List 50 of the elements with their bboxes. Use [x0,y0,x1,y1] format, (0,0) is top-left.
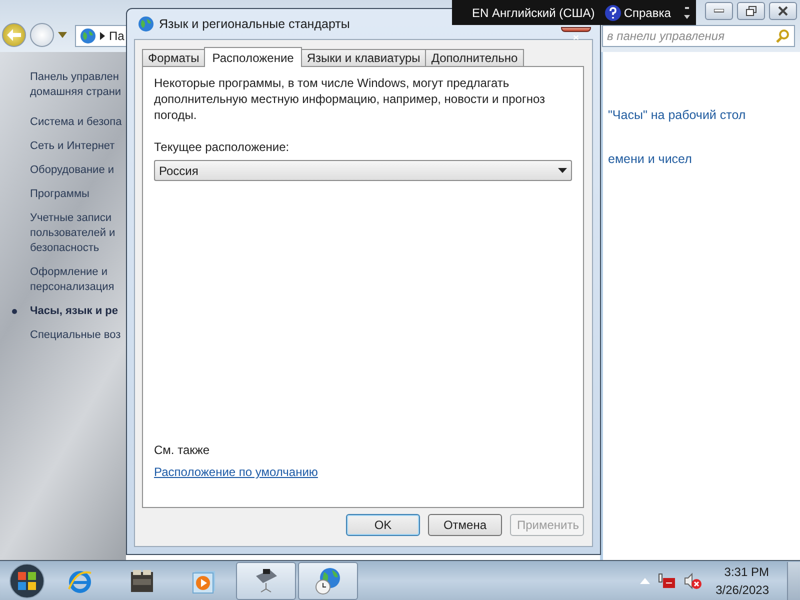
back-button[interactable] [2,23,26,47]
sidebar-link[interactable]: Система и безопа [30,115,126,130]
globe-icon [80,28,96,44]
sidebar-link[interactable]: Сеть и Интернет [30,139,126,154]
sidebar-link[interactable]: Панель управлен домашняя страни [30,70,126,100]
dialog-title: Язык и региональные стандарты [159,17,350,31]
tab[interactable]: Дополнительно [425,49,524,66]
task-link[interactable]: "Часы" на рабочий стол [608,108,800,122]
taskbar-button[interactable] [236,562,296,600]
sidebar-link[interactable]: Часы, язык и ре [12,304,126,319]
sidebar-link[interactable]: Программы [30,187,126,202]
network-icon[interactable] [658,572,676,590]
location-dropdown[interactable]: Россия [154,160,572,181]
search-icon [776,29,790,43]
sidebar-link[interactable]: Специальные воз [30,328,126,343]
forward-button[interactable] [30,23,54,47]
dialog-button[interactable]: OK [346,514,420,536]
field-label: Текущее расположение: [154,140,290,154]
options-icon[interactable] [684,6,690,20]
search-field[interactable]: в панели управления [602,25,795,47]
dropdown-arrow-icon[interactable] [58,32,67,38]
clock[interactable]: 3:31 PM 3/26/2023 [716,562,769,598]
tab[interactable]: Расположение [204,47,302,67]
globe-icon [138,16,154,32]
help-button[interactable]: Справка [604,4,671,20]
restore-icon [746,6,756,16]
help-icon [604,4,621,20]
minimize-button[interactable] [705,2,733,20]
taskbar-button[interactable] [298,562,358,600]
default-location-link[interactable]: Расположение по умолчанию [154,465,318,479]
language-indicator[interactable]: EN Английский (США) [472,6,595,20]
chevron-icon [100,32,105,40]
dropdown-arrow-icon [558,168,567,173]
task-link[interactable]: емени и чисел [608,152,800,166]
muted-speaker-icon[interactable] [684,572,702,590]
back-arrow-icon [7,29,21,41]
close-icon [571,35,581,40]
globe-clock-icon [313,566,343,596]
tab[interactable]: Форматы [142,49,206,66]
sidebar-link[interactable]: Учетные записи пользователей и безопасность [30,211,126,256]
close-icon [778,6,788,16]
section-heading: См. также [154,443,211,457]
restore-button[interactable] [737,2,765,20]
dialog-button[interactable]: Отмена [428,514,502,536]
sidebar-link[interactable]: Оформление и персонализация [30,265,126,295]
close-button[interactable] [769,2,797,20]
description-text: Некоторые программы, в том числе Windows, могут предлагать дополнительную местную информацию, например, новости и прогноз погоды. [154,75,546,123]
minimize-icon [714,9,724,13]
sidebar-link[interactable]: Оборудование и [30,163,126,178]
tab[interactable]: Языки и клавиатуры [300,49,426,66]
